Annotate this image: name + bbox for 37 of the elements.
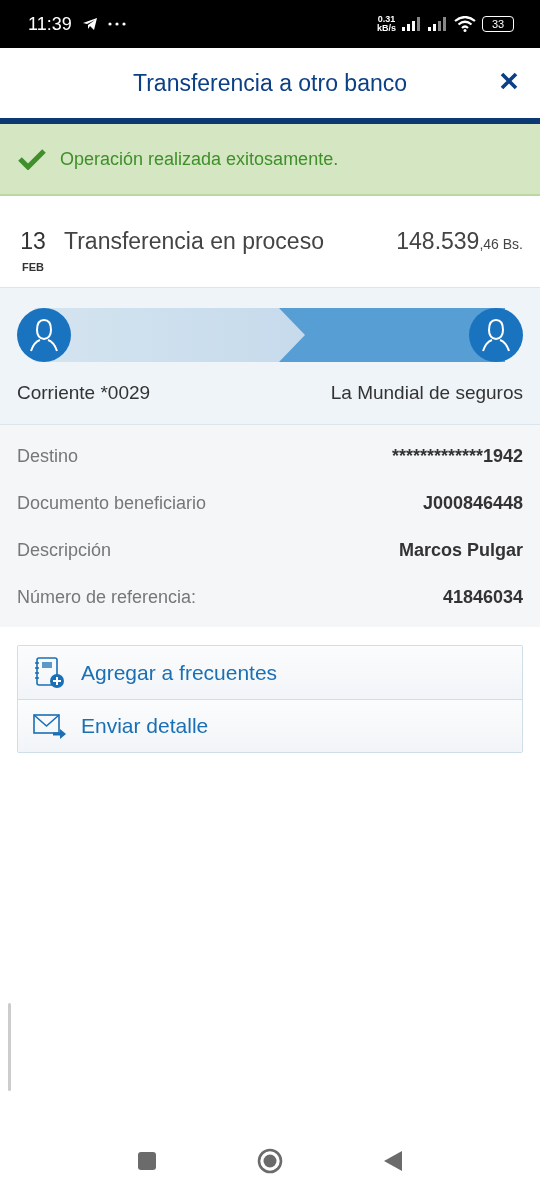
battery-icon: 33 [482,16,514,32]
speed-value: 0.31 [377,15,396,24]
home-icon[interactable] [257,1148,283,1174]
check-icon [18,148,46,170]
detail-value: *************1942 [391,446,523,467]
detail-value: J000846448 [422,493,523,514]
back-icon[interactable] [383,1150,403,1172]
amount: 148.539 [396,228,480,255]
person-icon [17,308,71,362]
date-month: FEB [22,261,44,273]
screen-title: Transferencia a otro banco [133,69,407,97]
action-button[interactable]: Enviar detalle [18,699,522,752]
wifi-icon [454,16,476,32]
source-account: Corriente *0029 [17,382,151,404]
signal-icon [428,17,448,31]
speed-unit: kB/s [377,24,396,33]
detail-value: 41846034 [442,587,523,608]
send-icon [81,17,98,31]
detail-label: Descripción [17,540,112,561]
recents-icon[interactable] [137,1151,157,1171]
amount-decimals: ,46 Bs. [479,236,523,252]
more-icon [107,22,126,26]
notebook-plus-icon [33,656,67,689]
status-time: 11:39 [28,13,72,35]
detail-label: Número de referencia: [17,587,197,608]
detail-label: Destino [17,446,79,467]
detail-value: Marcos Pulgar [398,540,523,561]
mail-send-icon [33,713,67,739]
transaction-description: Transferencia en proceso [64,228,325,255]
person-icon [469,308,523,362]
action-button[interactable]: Agregar a frecuentes [18,646,522,699]
date-day: 13 [20,228,46,255]
success-message: Operación realizada exitosamente. [60,148,339,170]
detail-label: Documento beneficiario [17,493,207,514]
destination-name: La Mundial de seguros [330,382,523,404]
signal-icon [402,17,422,31]
close-button[interactable] [500,72,518,90]
